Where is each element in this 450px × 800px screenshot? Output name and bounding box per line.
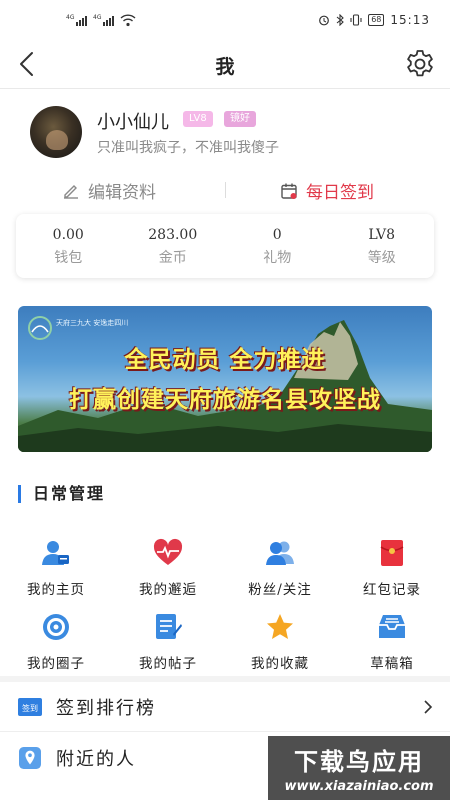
alarm-icon	[319, 15, 330, 26]
grid-item-label: 我的主页	[27, 582, 85, 598]
grid-item-encounter[interactable]: 我的邂逅	[112, 530, 224, 600]
grid-item-label: 我的收藏	[251, 656, 309, 672]
stat-value: 0	[272, 227, 282, 243]
stat-label: 等级	[367, 250, 396, 266]
list-item-label: 附近的人	[56, 749, 136, 770]
heart-icon	[153, 538, 183, 565]
red-envelope-icon	[380, 540, 404, 566]
watermark: 下载鸟应用 www.xiazainiao.com	[268, 736, 450, 800]
level-badge: LV8	[183, 111, 213, 127]
circle-icon	[43, 614, 69, 640]
grid-item-red-envelope[interactable]: 红包记录	[336, 530, 448, 600]
watermark-title: 下载鸟应用	[294, 748, 424, 776]
wifi-icon	[120, 14, 136, 27]
action-divider	[225, 182, 226, 198]
stat-value: 0.00	[52, 227, 84, 243]
calendar-icon	[281, 183, 297, 199]
edit-profile-label: 编辑资料	[88, 183, 156, 203]
signin-badge-icon: 签到	[18, 698, 42, 716]
signin-badge-text: 签到	[22, 703, 38, 713]
status-bar: 4G 4G 68 15:13	[0, 0, 450, 42]
banner-subheadline: 打赢创建天府旅游名县攻坚战	[69, 386, 381, 413]
status-time: 15:13	[390, 13, 430, 27]
stat-value: 283.00	[148, 227, 198, 243]
avatar[interactable]	[30, 106, 82, 158]
list-divider	[0, 731, 450, 732]
banner-headline: 全民动员 全力推进	[124, 346, 326, 373]
stat-coins[interactable]: 283.00 金币	[121, 214, 226, 278]
stat-value: LV8	[368, 227, 396, 243]
watermark-url: www.xiazainiao.com	[284, 779, 434, 794]
gear-icon[interactable]	[404, 48, 436, 80]
stat-gifts[interactable]: 0 礼物	[225, 214, 330, 278]
vibrate-icon	[350, 14, 362, 26]
tag-badge: 镜好	[224, 111, 256, 127]
section-title: 日常管理	[18, 485, 105, 503]
nav-divider	[0, 88, 450, 89]
username: 小小仙儿	[97, 112, 169, 133]
fans-icon	[266, 541, 294, 565]
stats-card: 0.00 钱包 283.00 金币 0 礼物 LV8 等级	[16, 214, 434, 278]
pencil-icon	[64, 184, 78, 199]
grid-item-label: 我的圈子	[27, 656, 85, 672]
posts-icon	[156, 614, 182, 639]
grid-item-label: 红包记录	[363, 582, 421, 598]
list-item-signin-ranking[interactable]: 签到 签到排行榜	[0, 682, 450, 732]
grid-item-drafts[interactable]: 草稿箱	[336, 604, 448, 674]
daily-signin-button[interactable]: 每日签到	[280, 178, 374, 203]
grid-item-label: 我的帖子	[139, 656, 197, 672]
grid-item-circle[interactable]: 我的圈子	[0, 604, 112, 674]
grid-item-favorites[interactable]: 我的收藏	[224, 604, 336, 674]
signal-icon: 4G	[66, 14, 88, 26]
grid-item-homepage[interactable]: 我的主页	[0, 530, 112, 600]
daily-signin-label: 每日签到	[306, 183, 374, 203]
homepage-icon	[42, 541, 69, 565]
signal-icon-2: 4G	[93, 14, 115, 26]
stat-wallet[interactable]: 0.00 钱包	[16, 214, 121, 278]
stat-level[interactable]: LV8 等级	[330, 214, 435, 278]
stat-label: 礼物	[263, 250, 292, 266]
drafts-icon	[379, 615, 405, 638]
bluetooth-icon	[336, 14, 345, 26]
edit-profile-button[interactable]: 编辑资料	[62, 178, 156, 203]
chevron-right-icon	[424, 700, 433, 714]
grid-item-label: 草稿箱	[370, 656, 414, 672]
page-title: 我	[215, 56, 235, 78]
user-signature: 只准叫我疯子，不准叫我傻子	[97, 140, 279, 156]
grid-item-label: 粉丝/关注	[248, 582, 312, 598]
star-icon	[267, 614, 293, 639]
grid-item-fans[interactable]: 粉丝/关注	[224, 530, 336, 600]
location-icon	[19, 747, 41, 769]
stat-label: 金币	[158, 250, 187, 266]
grid-item-label: 我的邂逅	[139, 582, 197, 598]
promo-banner[interactable]: 天府三九大 安逸走四川 全民动员 全力推进 打赢创建天府旅游名县攻坚战	[18, 306, 432, 452]
stat-label: 钱包	[54, 250, 83, 266]
top-nav: 我	[0, 42, 450, 86]
list-item-label: 签到排行榜	[56, 698, 156, 719]
grid-item-posts[interactable]: 我的帖子	[112, 604, 224, 674]
battery-indicator: 68	[368, 14, 385, 26]
